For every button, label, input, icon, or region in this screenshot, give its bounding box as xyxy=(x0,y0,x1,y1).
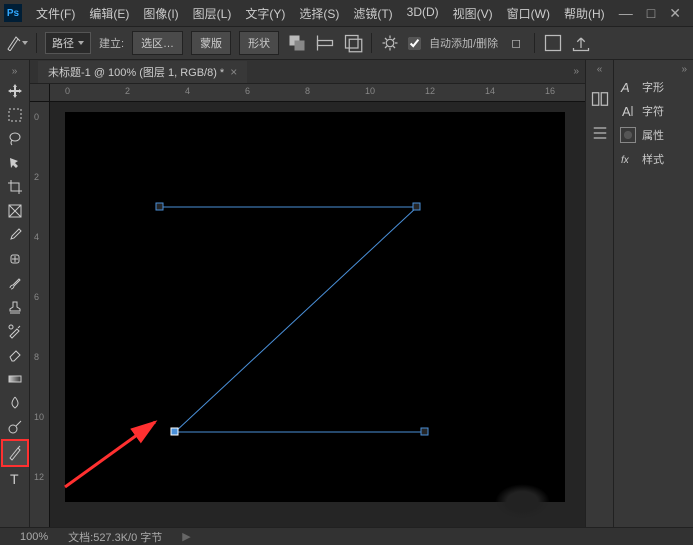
menu-3d[interactable]: 3D(D) xyxy=(401,3,445,24)
glyphs-panel-button[interactable]: A 字形 xyxy=(614,75,693,99)
ruler-horizontal: 0 2 4 6 8 10 12 14 16 xyxy=(50,84,585,102)
minimize-button[interactable]: — xyxy=(619,5,633,22)
right-panel: » A 字形 A 字符 属性 fx 样式 xyxy=(613,60,693,527)
make-mask-button[interactable]: 蒙版 xyxy=(191,31,231,55)
character-icon: A xyxy=(620,103,636,119)
anchor-point[interactable] xyxy=(421,428,428,435)
make-shape-button[interactable]: 形状 xyxy=(239,31,279,55)
gradient-tool[interactable] xyxy=(2,367,28,391)
brush-tool[interactable] xyxy=(2,271,28,295)
dodge-tool[interactable] xyxy=(2,415,28,439)
menu-file[interactable]: 文件(F) xyxy=(30,3,81,24)
maximize-button[interactable]: □ xyxy=(647,5,655,22)
menu-select[interactable]: 选择(S) xyxy=(293,3,345,24)
character-panel-button[interactable]: A 字符 xyxy=(614,99,693,123)
panel-collapse-icon[interactable]: » xyxy=(614,64,693,75)
zoom-level[interactable]: 100% xyxy=(20,531,48,543)
options-bar: 路径 建立: 选区… 蒙版 形状 自动添加/删除 ◻ xyxy=(0,26,693,60)
svg-text:A: A xyxy=(620,80,630,95)
panel-icon-2[interactable] xyxy=(590,123,610,143)
auto-add-label: 自动添加/删除 xyxy=(429,35,498,51)
path-align-icon[interactable] xyxy=(315,33,335,53)
document-tab[interactable]: 未标题-1 @ 100% (图层 1, RGB/8) * × xyxy=(38,61,247,83)
ruler-corner xyxy=(30,84,50,102)
menu-image[interactable]: 图像(I) xyxy=(137,3,184,24)
cursor-shadow xyxy=(495,484,550,519)
opt-icon-b[interactable] xyxy=(543,33,563,53)
app-logo: Ps xyxy=(4,4,22,22)
styles-icon: fx xyxy=(620,151,636,167)
stamp-tool[interactable] xyxy=(2,295,28,319)
annotation-arrow xyxy=(55,392,175,502)
main-menu: 文件(F) 编辑(E) 图像(I) 图层(L) 文字(Y) 选择(S) 滤镜(T… xyxy=(30,3,611,24)
path-arrange-icon[interactable] xyxy=(343,33,363,53)
character-label: 字符 xyxy=(642,103,664,119)
eyedropper-tool[interactable] xyxy=(2,223,28,247)
menu-edit[interactable]: 编辑(E) xyxy=(83,3,135,24)
establish-label: 建立: xyxy=(99,35,124,51)
styles-label: 样式 xyxy=(642,151,664,167)
share-icon[interactable] xyxy=(571,33,591,53)
pen-tool-highlight xyxy=(1,439,29,467)
path-op-icon-1[interactable] xyxy=(287,33,307,53)
glyphs-label: 字形 xyxy=(642,79,664,95)
menu-layer[interactable]: 图层(L) xyxy=(187,3,238,24)
tabbar-overflow-icon[interactable]: » xyxy=(567,66,585,77)
lasso-tool[interactable] xyxy=(2,127,28,151)
properties-panel-button[interactable]: 属性 xyxy=(614,123,693,147)
collapsed-panel-strip: « xyxy=(585,60,613,527)
document-tab-title: 未标题-1 @ 100% (图层 1, RGB/8) * xyxy=(48,64,224,80)
panel-expand-icon[interactable]: « xyxy=(597,64,603,75)
properties-label: 属性 xyxy=(642,127,664,143)
tool-mode-label: 路径 xyxy=(52,35,74,51)
pen-tool[interactable] xyxy=(3,441,27,465)
svg-text:A: A xyxy=(622,104,631,119)
menu-filter[interactable]: 滤镜(T) xyxy=(347,3,398,24)
crop-tool[interactable] xyxy=(2,175,28,199)
move-tool[interactable] xyxy=(2,79,28,103)
menu-view[interactable]: 视图(V) xyxy=(447,3,499,24)
menu-help[interactable]: 帮助(H) xyxy=(558,3,611,24)
quick-select-tool[interactable] xyxy=(2,151,28,175)
anchor-point[interactable] xyxy=(156,203,163,210)
svg-text:T: T xyxy=(10,471,19,487)
gear-icon[interactable] xyxy=(380,33,400,53)
history-brush-tool[interactable] xyxy=(2,319,28,343)
close-button[interactable]: ✕ xyxy=(669,5,681,22)
menu-type[interactable]: 文字(Y) xyxy=(239,3,291,24)
menu-window[interactable]: 窗口(W) xyxy=(501,3,556,24)
ruler-vertical: 0 2 4 6 8 10 12 xyxy=(30,102,50,527)
panel-icon-1[interactable] xyxy=(590,89,610,109)
marquee-tool[interactable] xyxy=(2,103,28,127)
healing-tool[interactable] xyxy=(2,247,28,271)
make-selection-button[interactable]: 选区… xyxy=(132,31,183,55)
status-bar: 100% 文档:527.3K/0 字节 ▶ xyxy=(0,527,693,545)
eraser-tool[interactable] xyxy=(2,343,28,367)
type-tool[interactable]: T xyxy=(2,467,28,491)
toolbox-collapse-icon[interactable]: » xyxy=(10,64,20,79)
tool-mode-select[interactable]: 路径 xyxy=(45,32,91,54)
auto-add-checkbox[interactable] xyxy=(408,37,421,50)
tab-close-icon[interactable]: × xyxy=(230,65,237,79)
opt-icon-a[interactable]: ◻ xyxy=(506,33,526,53)
styles-panel-button[interactable]: fx 样式 xyxy=(614,147,693,171)
svg-text:fx: fx xyxy=(621,155,630,166)
canvas[interactable] xyxy=(65,112,565,502)
properties-icon xyxy=(620,127,636,143)
anchor-point[interactable] xyxy=(413,203,420,210)
blur-tool[interactable] xyxy=(2,391,28,415)
glyphs-icon: A xyxy=(620,79,636,95)
toolbox: » T xyxy=(0,60,30,527)
active-tool-icon[interactable] xyxy=(6,32,28,54)
doc-info[interactable]: 文档:527.3K/0 字节 xyxy=(68,529,162,545)
frame-tool[interactable] xyxy=(2,199,28,223)
